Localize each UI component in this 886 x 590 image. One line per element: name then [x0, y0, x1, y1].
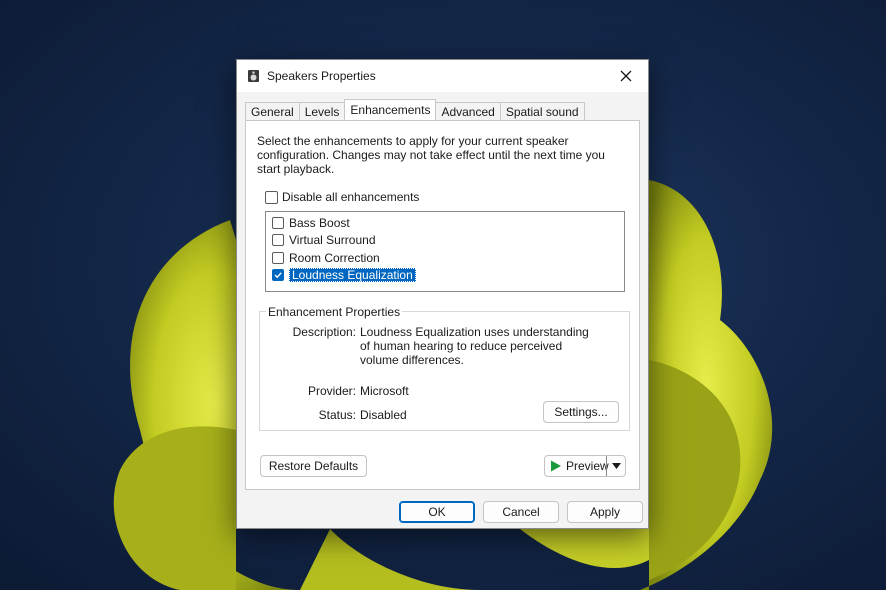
provider-label: Provider: [307, 384, 356, 398]
status-label: Status: [318, 408, 356, 422]
window-title: Speakers Properties [267, 69, 376, 83]
provider-value: Microsoft [360, 384, 409, 398]
list-item-room-correction[interactable]: Room Correction [272, 250, 380, 266]
loudness-equalization-checkbox[interactable] [272, 269, 284, 281]
intro-text: Select the enhancements to apply for you… [257, 134, 605, 176]
list-item-loudness-equalization[interactable]: Loudness Equalization [272, 267, 416, 283]
play-icon [551, 460, 561, 472]
list-item-virtual-surround[interactable]: Virtual Surround [272, 232, 376, 248]
description-value: Loudness Equalization uses understanding… [360, 325, 589, 367]
close-button[interactable] [608, 62, 644, 90]
enhancement-properties-legend: Enhancement Properties [266, 305, 403, 319]
preview-split-divider [606, 456, 607, 476]
tab-levels[interactable]: Levels [298, 102, 346, 120]
title-bar: Speakers Properties [237, 60, 648, 92]
tab-advanced[interactable]: Advanced [435, 102, 501, 120]
bass-boost-label: Bass Boost [289, 216, 350, 230]
tab-strip: General Levels Enhancements Advanced Spa… [245, 99, 585, 120]
loudness-equalization-label: Loudness Equalization [289, 268, 416, 282]
checkmark-icon [274, 272, 282, 279]
cancel-button[interactable]: Cancel [483, 501, 559, 523]
description-label: Description: [292, 325, 356, 339]
virtual-surround-checkbox[interactable] [272, 234, 284, 246]
room-correction-checkbox[interactable] [272, 252, 284, 264]
room-correction-label: Room Correction [289, 251, 380, 265]
disable-all-label: Disable all enhancements [282, 190, 420, 204]
apply-button[interactable]: Apply [567, 501, 643, 523]
tab-spatial-sound[interactable]: Spatial sound [499, 102, 585, 120]
tab-enhancements[interactable]: Enhancements [344, 99, 437, 120]
disable-all-checkbox[interactable]: Disable all enhancements [265, 190, 419, 204]
ok-button[interactable]: OK [399, 501, 475, 523]
disable-all-checkbox-box[interactable] [265, 190, 278, 204]
bass-boost-checkbox[interactable] [272, 217, 284, 229]
virtual-surround-label: Virtual Surround [289, 233, 376, 247]
restore-defaults-button[interactable]: Restore Defaults [260, 455, 367, 477]
settings-button[interactable]: Settings... [543, 401, 619, 423]
preview-label: Preview [566, 459, 609, 473]
tab-general[interactable]: General [245, 102, 300, 120]
chevron-down-icon[interactable] [612, 463, 621, 469]
close-icon [620, 70, 632, 82]
speaker-icon [248, 70, 259, 82]
enhancement-list[interactable]: Bass Boost Virtual Surround Room Correct… [265, 211, 625, 292]
list-item-bass-boost[interactable]: Bass Boost [272, 215, 350, 231]
speakers-properties-dialog: Speakers Properties General Levels Enhan… [236, 59, 649, 529]
preview-button[interactable]: Preview [544, 455, 626, 477]
